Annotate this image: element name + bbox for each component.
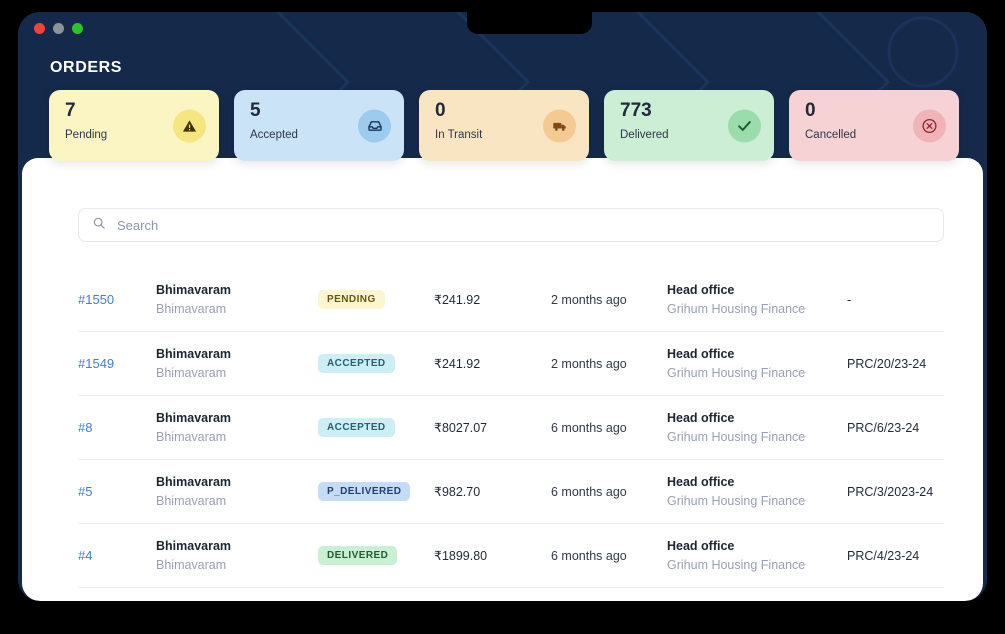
office-name: Head office [667,283,735,298]
party-name: Bhimavaram [156,539,232,554]
party-cell: Bhimavaram Bhimavaram [156,409,318,445]
stat-card-pending[interactable]: 7 Pending [49,90,219,161]
order-id-link[interactable]: #1549 [78,356,114,371]
office-name: Head office [667,411,735,426]
party-location: Bhimavaram [156,557,227,572]
office-company: Grihum Housing Finance [667,365,806,380]
time-cell: 2 months ago [551,292,627,307]
office-cell: Head office Grihum Housing Finance [667,345,847,381]
status-cell: P_DELIVERED [318,482,434,501]
table-row[interactable]: #8 Bhimavaram Bhimavaram ACCEPTED ₹8027.… [78,396,944,460]
time-cell: 6 months ago [551,548,627,563]
party-name: Bhimavaram [156,411,232,426]
minimize-window-button[interactable] [53,23,64,34]
order-id-link[interactable]: #4 [78,548,92,563]
stat-card-in-transit[interactable]: 0 In Transit [419,90,589,161]
display-notch [467,12,592,34]
status-badge: ACCEPTED [318,354,395,373]
order-id-cell[interactable]: #1549 [78,356,156,371]
order-id-cell[interactable]: #1550 [78,292,156,307]
x-circle-icon [913,109,946,142]
table-row[interactable]: #1550 Bhimavaram Bhimavaram PENDING ₹241… [78,268,944,332]
office-name: Head office [667,475,735,490]
time-cell: 6 months ago [551,420,627,435]
amount-cell: ₹8027.07 [434,421,488,435]
office-company: Grihum Housing Finance [667,493,806,508]
party-cell: Bhimavaram Bhimavaram [156,473,318,509]
status-badge: PENDING [318,290,385,309]
truck-icon [543,109,576,142]
stat-card-cancelled[interactable]: 0 Cancelled [789,90,959,161]
status-badge: ACCEPTED [318,418,395,437]
status-cell: ACCEPTED [318,354,434,373]
party-location: Bhimavaram [156,429,227,444]
table-row[interactable]: #5 Bhimavaram Bhimavaram P_DELIVERED ₹98… [78,460,944,524]
order-id-cell[interactable]: #8 [78,420,156,435]
search-icon [92,216,106,235]
content-panel: #1550 Bhimavaram Bhimavaram PENDING ₹241… [22,158,983,601]
order-id-cell[interactable]: #5 [78,484,156,499]
maximize-window-button[interactable] [72,23,83,34]
status-cell: ACCEPTED [318,418,434,437]
search-bar[interactable] [78,208,944,242]
time-cell: 2 months ago [551,356,627,371]
status-badge: P_DELIVERED [318,482,411,501]
reference-cell: - [847,292,852,307]
office-name: Head office [667,539,735,554]
office-cell: Head office Grihum Housing Finance [667,281,847,317]
party-name: Bhimavaram [156,283,232,298]
order-id-link[interactable]: #5 [78,484,92,499]
status-badge: DELIVERED [318,546,398,565]
stat-card-delivered[interactable]: 773 Delivered [604,90,774,161]
reference-cell: PRC/4/23-24 [847,548,920,563]
party-name: Bhimavaram [156,475,232,490]
time-cell: 6 months ago [551,484,627,499]
party-cell: Bhimavaram Bhimavaram [156,345,318,381]
amount-cell: ₹241.92 [434,293,481,307]
office-company: Grihum Housing Finance [667,429,806,444]
stat-card-accepted[interactable]: 5 Accepted [234,90,404,161]
app-window: ORDERS 7 Pending 5 Accepted 0 In Transit… [18,12,987,601]
table-row[interactable]: #1549 Bhimavaram Bhimavaram ACCEPTED ₹24… [78,332,944,396]
inbox-icon [358,109,391,142]
check-icon [728,109,761,142]
office-company: Grihum Housing Finance [667,557,806,572]
warning-triangle-icon [173,109,206,142]
office-company: Grihum Housing Finance [667,301,806,316]
page-title: ORDERS [50,59,123,76]
order-id-link[interactable]: #8 [78,420,92,435]
office-cell: Head office Grihum Housing Finance [667,409,847,445]
party-cell: Bhimavaram Bhimavaram [156,281,318,317]
office-name: Head office [667,347,735,362]
traffic-light-controls[interactable] [34,23,83,34]
party-cell: Bhimavaram Bhimavaram [156,537,318,573]
order-id-cell[interactable]: #4 [78,548,156,563]
reference-cell: PRC/6/23-24 [847,420,920,435]
amount-cell: ₹241.92 [434,357,481,371]
status-cell: PENDING [318,290,434,309]
search-input[interactable] [117,217,930,233]
stat-card-list: 7 Pending 5 Accepted 0 In Transit 773 De… [49,90,959,161]
close-window-button[interactable] [34,23,45,34]
amount-cell: ₹1899.80 [434,549,488,563]
reference-cell: PRC/3/2023-24 [847,484,934,499]
table-row[interactable]: #4 Bhimavaram Bhimavaram DELIVERED ₹1899… [78,524,944,588]
office-cell: Head office Grihum Housing Finance [667,473,847,509]
party-location: Bhimavaram [156,493,227,508]
party-location: Bhimavaram [156,301,227,316]
party-name: Bhimavaram [156,347,232,362]
reference-cell: PRC/20/23-24 [847,356,927,371]
orders-table: #1550 Bhimavaram Bhimavaram PENDING ₹241… [78,268,944,588]
amount-cell: ₹982.70 [434,485,481,499]
office-cell: Head office Grihum Housing Finance [667,537,847,573]
party-location: Bhimavaram [156,365,227,380]
status-cell: DELIVERED [318,546,434,565]
order-id-link[interactable]: #1550 [78,292,114,307]
